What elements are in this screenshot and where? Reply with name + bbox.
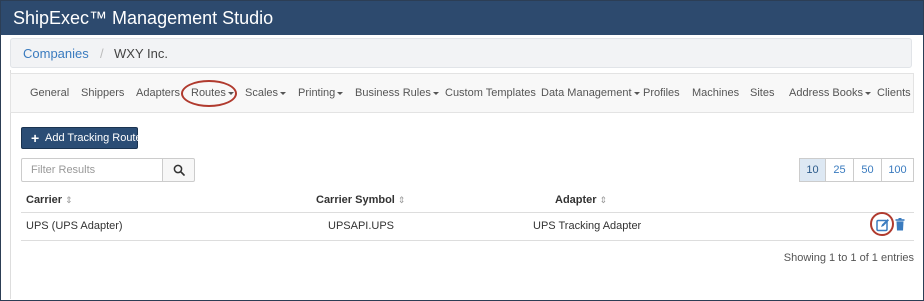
nav-label: Printing [298,87,336,99]
chevron-down-icon [633,91,640,95]
add-tracking-route-button[interactable]: + Add Tracking Route [21,127,142,149]
cell-carrier-symbol: UPSAPI.UPS [328,220,395,232]
nav-label: Address Books [789,87,863,99]
nav-label: Sites [750,87,775,99]
breadcrumb: Companies / WXY Inc. [10,38,912,68]
filter-results-input[interactable] [21,158,163,182]
nav-label: General [30,87,70,99]
chevron-down-icon [337,91,344,95]
sort-icon: ⇕ [65,195,73,205]
column-header-carrier-symbol[interactable]: Carrier Symbol ⇕ [316,194,405,206]
chevron-down-icon [864,91,871,95]
sort-icon: ⇕ [599,195,608,205]
table-info: Showing 1 to 1 of 1 entries [783,252,914,264]
nav-shippers[interactable]: Shippers [81,87,124,99]
section-nav: General Shippers Adapters Routes Scales … [10,73,914,113]
nav-business-rules-dropdown[interactable]: Business Rules [355,87,439,99]
nav-profiles[interactable]: Profiles [643,87,680,99]
column-header-label: Carrier [26,194,63,206]
plus-icon: + [31,130,40,146]
trash-icon[interactable] [895,218,905,231]
page-size-50[interactable]: 50 [853,158,882,182]
breadcrumb-companies-link[interactable]: Companies [23,46,89,61]
sort-icon: ⇕ [397,195,406,205]
breadcrumb-current: WXY Inc. [114,46,168,61]
nav-adapters[interactable]: Adapters [136,87,180,99]
routes-highlight-ring [181,80,237,107]
nav-label: Profiles [643,87,680,99]
column-header-carrier[interactable]: Carrier ⇕ [26,194,73,206]
nav-label: Custom Templates [445,87,536,99]
column-header-label: Adapter [555,194,597,206]
app-title: ShipExec™ Management Studio [13,8,274,28]
nav-label: Shippers [81,87,125,99]
title-bar: ShipExec™ Management Studio [1,1,923,35]
column-header-adapter[interactable]: Adapter ⇕ [555,194,607,206]
add-button-label: Add Tracking Route [45,132,142,144]
page-size-25[interactable]: 25 [825,158,854,182]
nav-sites[interactable]: Sites [750,87,774,99]
nav-scales-dropdown[interactable]: Scales [245,87,287,99]
column-header-label: Carrier Symbol [316,194,395,206]
nav-label: Scales [245,87,279,99]
breadcrumb-separator: / [100,46,104,61]
nav-custom-templates[interactable]: Custom Templates [445,87,536,99]
nav-label: Business Rules [355,87,431,99]
nav-label: Data Management [541,87,632,99]
chevron-down-icon [280,91,287,95]
table-header-divider [21,212,914,213]
chevron-down-icon [432,91,439,95]
cell-carrier: UPS (UPS Adapter) [26,220,123,232]
nav-label: Machines [692,87,740,99]
nav-machines[interactable]: Machines [692,87,739,99]
search-icon [173,164,185,176]
nav-label: Clients [877,87,911,99]
page-size-10[interactable]: 10 [799,158,826,182]
search-button[interactable] [162,158,195,182]
nav-general[interactable]: General [30,87,69,99]
cell-adapter: UPS Tracking Adapter [533,220,642,232]
edit-highlight-ring [870,212,894,236]
nav-address-books-dropdown[interactable]: Address Books [789,87,871,99]
nav-clients[interactable]: Clients [877,87,911,99]
nav-printing-dropdown[interactable]: Printing [298,87,344,99]
table-bottom-divider [21,240,914,241]
nav-label: Adapters [136,87,181,99]
page-size-100[interactable]: 100 [881,158,914,182]
nav-data-management-dropdown[interactable]: Data Management [541,87,640,99]
